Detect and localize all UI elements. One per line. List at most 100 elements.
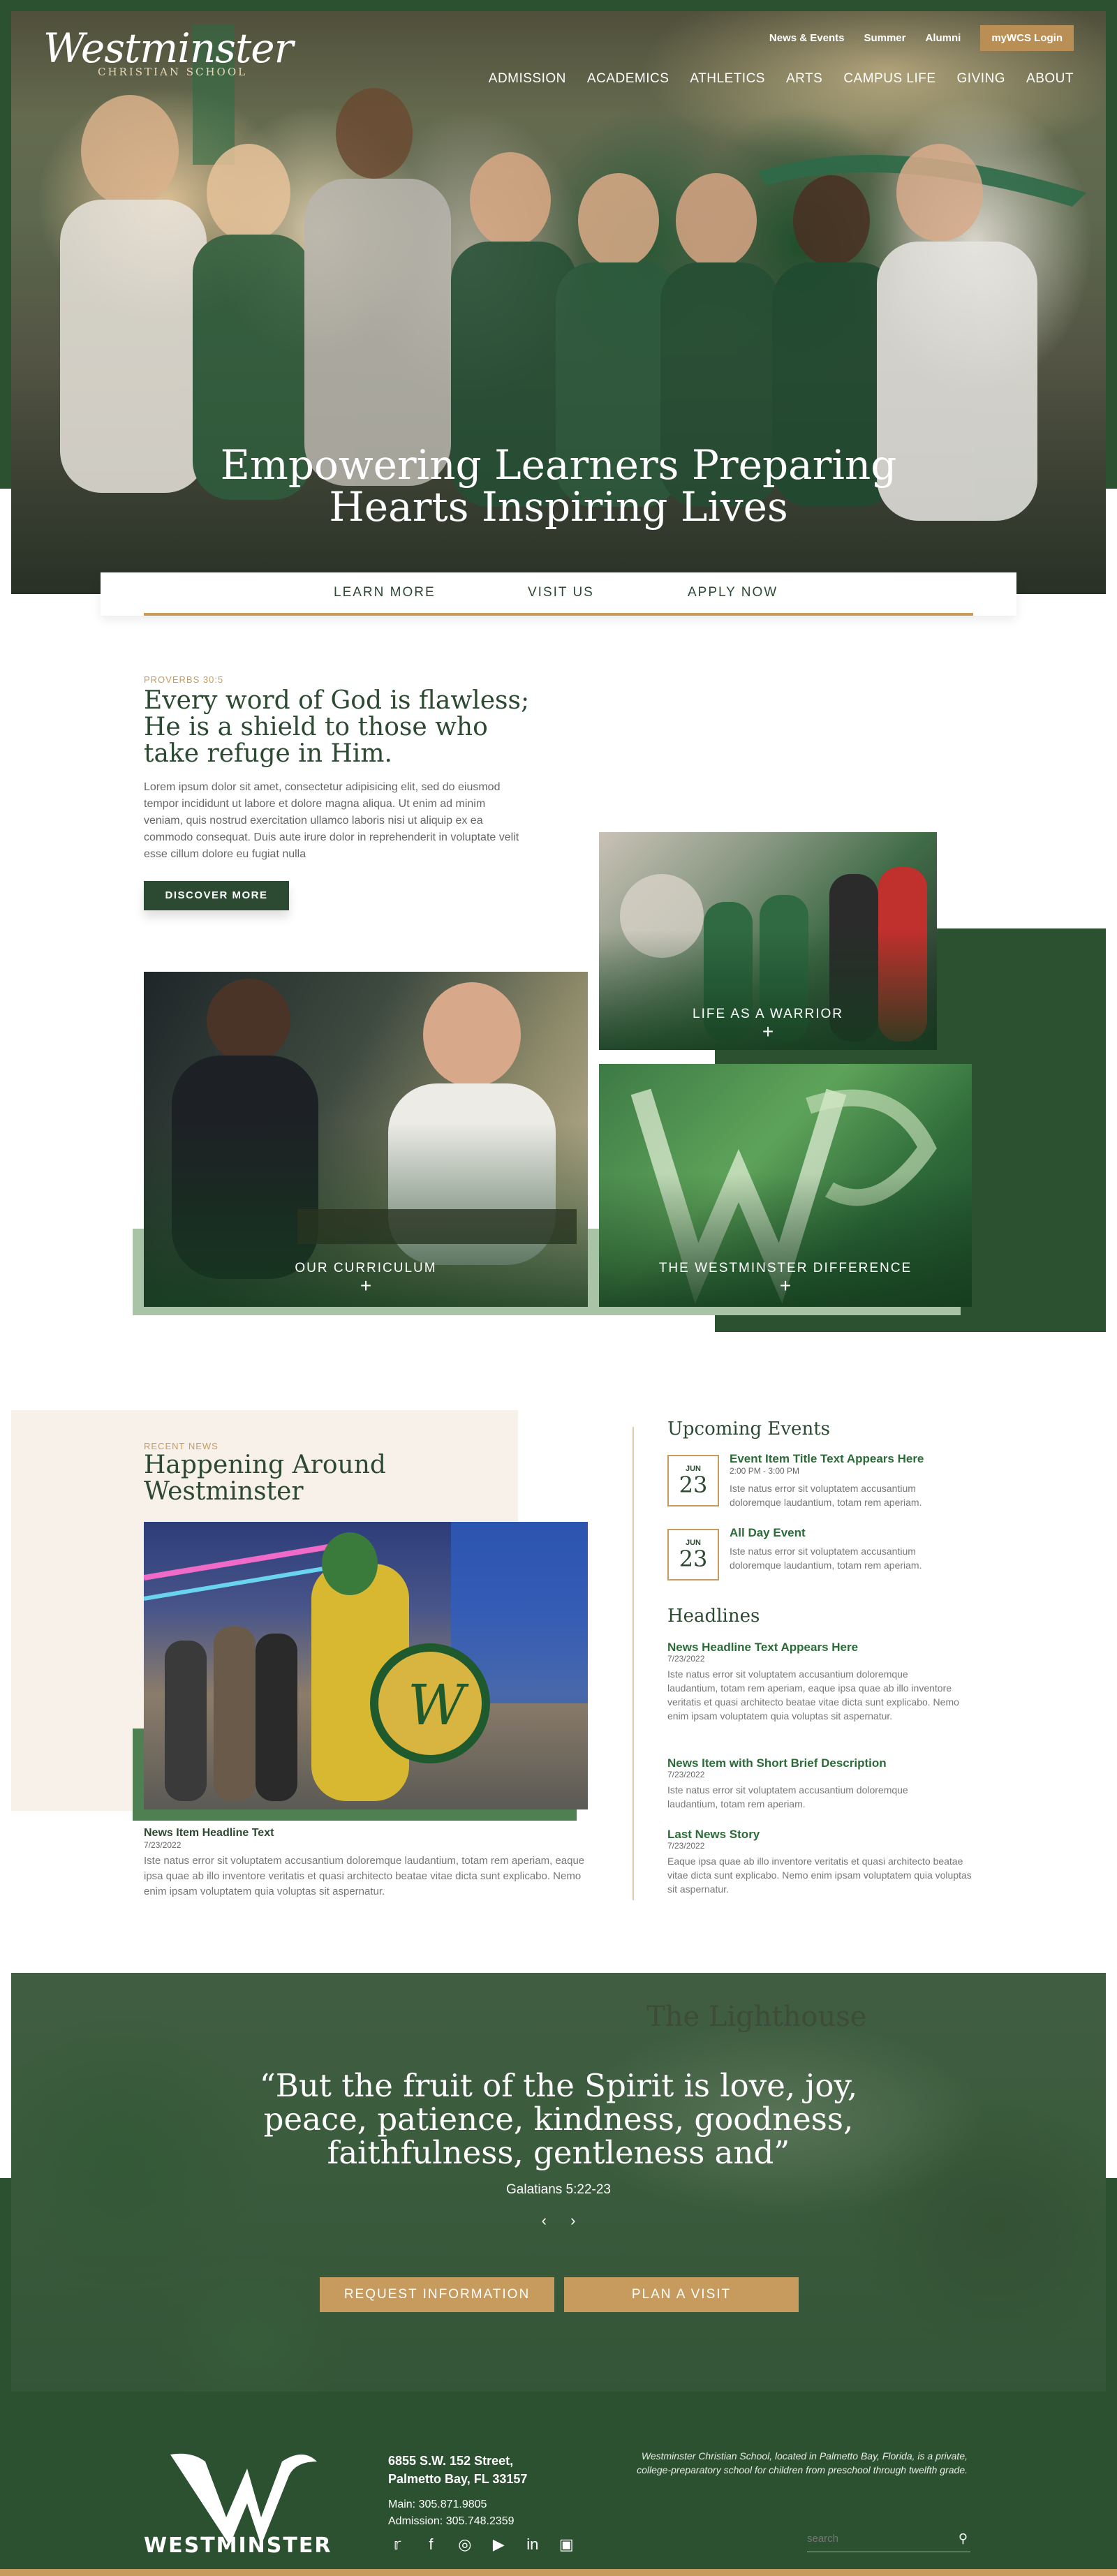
mywcs-login-button[interactable]: myWCS Login [980,25,1074,51]
site-logo[interactable]: Westminster CHRISTIAN SCHOOL [43,28,293,78]
tile-life-label: LIFE AS A WARRIOR [693,1007,843,1021]
nav-campus-life[interactable]: CAMPUS LIFE [843,71,935,87]
event-date-badge: JUN 23 [667,1455,719,1507]
footer-search[interactable]: ⚲ [807,2530,970,2552]
news-feature-image[interactable]: W [144,1522,588,1809]
news-feature-date: 7/23/2022 [144,1840,182,1850]
footer-logo-word: WESTMINSTER [144,2533,332,2558]
proverb-quote: Every word of God is flawless; He is a s… [144,688,535,767]
plan-a-visit-button[interactable]: PLAN A VISIT [564,2277,799,2312]
lighthouse-sign: The Lighthouse [646,2001,867,2033]
admission-phone[interactable]: Admission: 305.748.2359 [388,2513,515,2530]
carousel-arrows: ‹ › [11,2212,1106,2230]
cta-bar: LEARN MORE VISIT US APPLY NOW [101,572,1016,616]
util-nav-alumni[interactable]: Alumni [925,32,961,44]
cta-underline [144,613,973,616]
tile-curriculum-photo [172,979,577,1279]
nav-arts[interactable]: ARTS [786,71,822,87]
footer-logo[interactable]: WESTMINSTER [142,2448,345,2559]
headline-title[interactable]: Last News Story [667,1828,760,1842]
nav-admission[interactable]: ADMISSION [489,71,566,87]
news-divider [633,1427,634,1900]
social-links: 𝕣 f ◎ ▶ in ▣ [388,2536,588,2554]
testimonial-banner: The Lighthouse “But the fruit of the Spi… [11,1973,1106,2392]
address-line2: Palmetto Bay, FL 33157 [388,2472,528,2486]
event-title[interactable]: Event Item Title Text Appears Here [730,1452,924,1466]
event-day: 23 [679,1546,708,1572]
testimonial-quote: “But the fruit of the Spirit is love, jo… [11,2069,1106,2170]
tile-curriculum-label: OUR CURRICULUM [295,1261,437,1275]
footer-gold-line [0,2569,1117,2576]
headline-body: Iste natus error sit voluptatem accusant… [667,1784,908,1809]
footer-search-input[interactable] [807,2533,947,2545]
tile-westminster-difference[interactable]: THE WESTMINSTER DIFFERENCE + [599,1064,972,1307]
tile-our-curriculum[interactable]: OUR CURRICULUM + [144,972,588,1307]
news-heading-line1: Happening Around [144,1451,386,1479]
tile-life-plus-icon: + [762,1021,774,1042]
util-nav-news-events[interactable]: News & Events [769,32,845,44]
headline-date: 7/23/2022 [667,1841,705,1851]
search-icon[interactable]: ⚲ [959,2531,968,2546]
twitter-icon[interactable]: 𝕣 [388,2536,406,2554]
footer-address: 6855 S.W. 152 Street, Palmetto Bay, FL 3… [388,2452,527,2488]
event-title[interactable]: All Day Event [730,1526,806,1540]
event-time: 2:00 PM - 3:00 PM [730,1466,800,1476]
util-nav-summer[interactable]: Summer [864,32,905,44]
hero-banner: Westminster CHRISTIAN SCHOOL News & Even… [11,11,1106,594]
linkedin-icon[interactable]: in [524,2536,542,2554]
hero-title-line1: Empowering Learners Preparing [220,441,897,489]
quote-line1: “But the fruit of the Spirit is love, jo… [259,2067,858,2104]
news-eyebrow: RECENT NEWS [144,1441,219,1451]
event-body: Iste natus error sit voluptatem accusant… [730,1546,922,1571]
apply-now-link[interactable]: APPLY NOW [688,585,778,600]
footer-blurb: Westminster Christian School, located in… [637,2450,968,2475]
headline-body: Eaque ipsa quae ab illo inventore verita… [667,1856,972,1895]
nav-athletics[interactable]: ATHLETICS [690,71,765,87]
proverb-eyebrow: PROVERBS 30:5 [144,674,224,685]
event-day: 23 [679,1472,708,1498]
quote-line3: faithfulness, gentleness and” [327,2134,790,2171]
headlines-heading: Headlines [667,1606,760,1627]
tile-life-as-a-warrior[interactable]: LIFE AS A WARRIOR + [599,832,937,1050]
news-heading: Happening Around Westminster [144,1452,386,1505]
hero-title: Empowering Learners Preparing Hearts Ins… [11,444,1106,528]
visit-us-link[interactable]: VISIT US [528,585,594,600]
headline-body: Iste natus error sit voluptatem accusant… [667,1668,959,1722]
events-heading: Upcoming Events [667,1419,830,1439]
quote-citation: Galatians 5:22-23 [506,2182,611,2197]
headline-date: 7/23/2022 [667,1770,705,1779]
proverb-line2: He is a shield to those who [144,713,488,741]
photo-icon[interactable]: ▣ [557,2536,575,2554]
nav-about[interactable]: ABOUT [1026,71,1074,87]
instagram-icon[interactable]: ◎ [456,2536,474,2554]
headline-title[interactable]: News Item with Short Brief Description [667,1756,887,1770]
nav-giving[interactable]: GIVING [957,71,1006,87]
logo-wordmark: Westminster [43,24,293,72]
discover-more-button[interactable]: DISCOVER MORE [144,881,289,910]
footer: WESTMINSTER 6855 S.W. 152 Street, Palmet… [0,2392,1117,2576]
news-feature-body: Iste natus error sit voluptatem accusant… [144,1855,585,1897]
carousel-next-icon[interactable]: › [570,2212,575,2229]
facebook-icon[interactable]: f [422,2536,440,2554]
youtube-icon[interactable]: ▶ [489,2536,508,2554]
proverb-body: Lorem ipsum dolor sit amet, consectetur … [144,781,519,860]
utility-nav: News & Events Summer Alumni myWCS Login [769,25,1074,51]
news-feature-photo: W [144,1522,588,1801]
address-line1: 6855 S.W. 152 Street, [388,2454,514,2468]
event-body: Iste natus error sit voluptatem accusant… [730,1483,922,1508]
headline-title[interactable]: News Headline Text Appears Here [667,1641,858,1655]
event-date-badge: JUN 23 [667,1529,719,1581]
quote-line2: peace, patience, kindness, goodness, [263,2101,854,2138]
svg-text:W: W [408,1673,469,1738]
tile-difference-label: THE WESTMINSTER DIFFERENCE [658,1261,912,1275]
nav-academics[interactable]: ACADEMICS [587,71,669,87]
tile-difference-plus-icon: + [779,1275,792,1296]
request-information-button[interactable]: REQUEST INFORMATION [320,2277,554,2312]
main-phone[interactable]: Main: 305.871.9805 [388,2496,515,2513]
hero-title-line2: Hearts Inspiring Lives [329,483,788,531]
headline-date: 7/23/2022 [667,1654,705,1664]
carousel-prev-icon[interactable]: ‹ [542,2212,547,2229]
footer-phones: Main: 305.871.9805 Admission: 305.748.23… [388,2496,515,2530]
learn-more-link[interactable]: LEARN MORE [334,585,436,600]
news-feature-title[interactable]: News Item Headline Text [144,1827,274,1840]
